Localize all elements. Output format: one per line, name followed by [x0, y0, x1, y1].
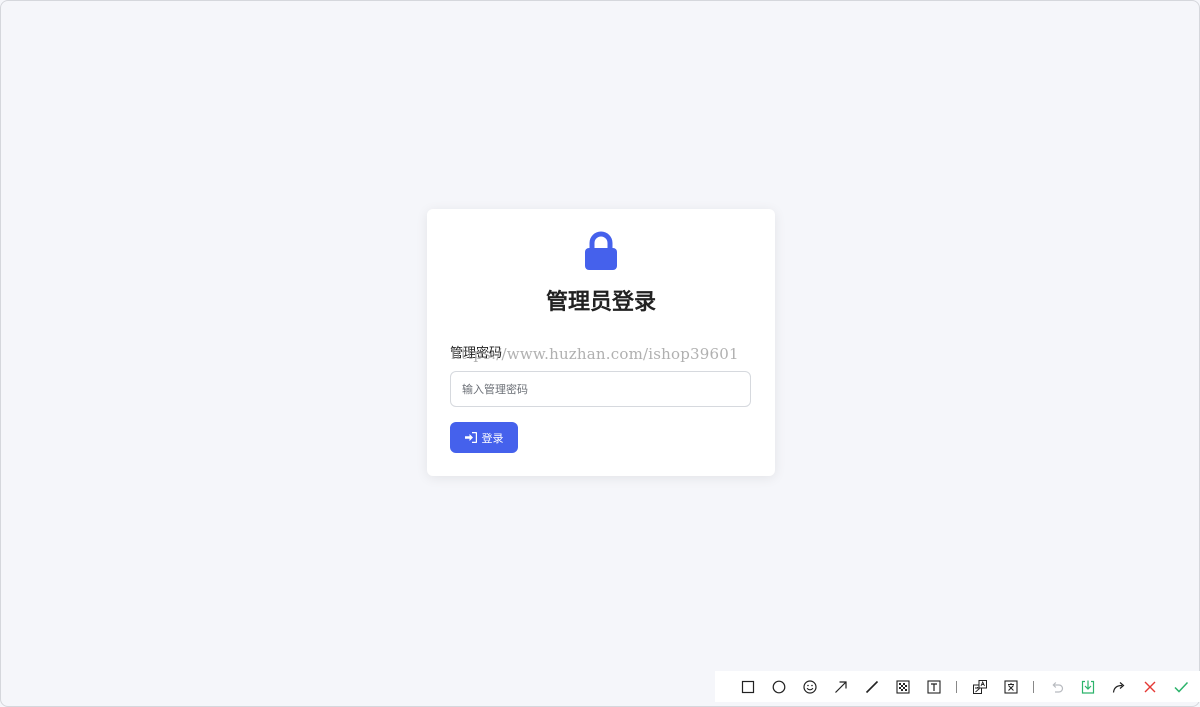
- undo-icon: [1051, 681, 1063, 693]
- ocr-tool-button[interactable]: [995, 671, 1026, 702]
- screen-frame: 管理员登录 管理密码 https://www.huzhan.com/ishop3…: [0, 0, 1200, 707]
- text-icon: [926, 679, 941, 694]
- toolbar-divider: [956, 680, 957, 693]
- circle-icon: [772, 680, 785, 693]
- password-input[interactable]: [450, 371, 751, 407]
- arrow-icon: [834, 680, 847, 693]
- text-tool-button[interactable]: [918, 671, 949, 702]
- lock-icon: [585, 231, 617, 270]
- login-button-label: 登录: [481, 431, 504, 445]
- screenshot-toolbar: [715, 671, 1200, 702]
- emoji-tool-button[interactable]: [794, 671, 825, 702]
- password-label: 管理密码: [450, 346, 503, 361]
- login-button[interactable]: 登录: [450, 422, 518, 453]
- line-icon: [865, 680, 878, 693]
- mosaic-tool-button[interactable]: [887, 671, 918, 702]
- cancel-button[interactable]: [1134, 671, 1165, 702]
- arrow-tool-button[interactable]: [825, 671, 856, 702]
- translate-tool-button[interactable]: [964, 671, 995, 702]
- share-icon: [1112, 681, 1124, 693]
- rectangle-icon: [741, 680, 754, 693]
- line-tool-button[interactable]: [856, 671, 887, 702]
- toolbar-divider: [1033, 680, 1034, 693]
- rectangle-tool-button[interactable]: [732, 671, 763, 702]
- save-button[interactable]: [1072, 671, 1103, 702]
- translate-icon: [972, 679, 987, 694]
- ocr-text-icon: [1003, 679, 1018, 694]
- undo-button[interactable]: [1041, 671, 1072, 702]
- save-icon: [1081, 680, 1094, 694]
- share-button[interactable]: [1103, 671, 1134, 702]
- circle-tool-button[interactable]: [763, 671, 794, 702]
- confirm-icon: [1173, 681, 1188, 693]
- login-card: 管理员登录 管理密码 https://www.huzhan.com/ishop3…: [427, 209, 775, 476]
- mosaic-icon: [895, 679, 910, 694]
- page-title: 管理员登录: [545, 290, 656, 315]
- emoji-icon: [802, 679, 817, 694]
- confirm-button[interactable]: [1165, 671, 1196, 702]
- close-icon: [1144, 681, 1155, 692]
- sign-in-icon: [464, 432, 477, 443]
